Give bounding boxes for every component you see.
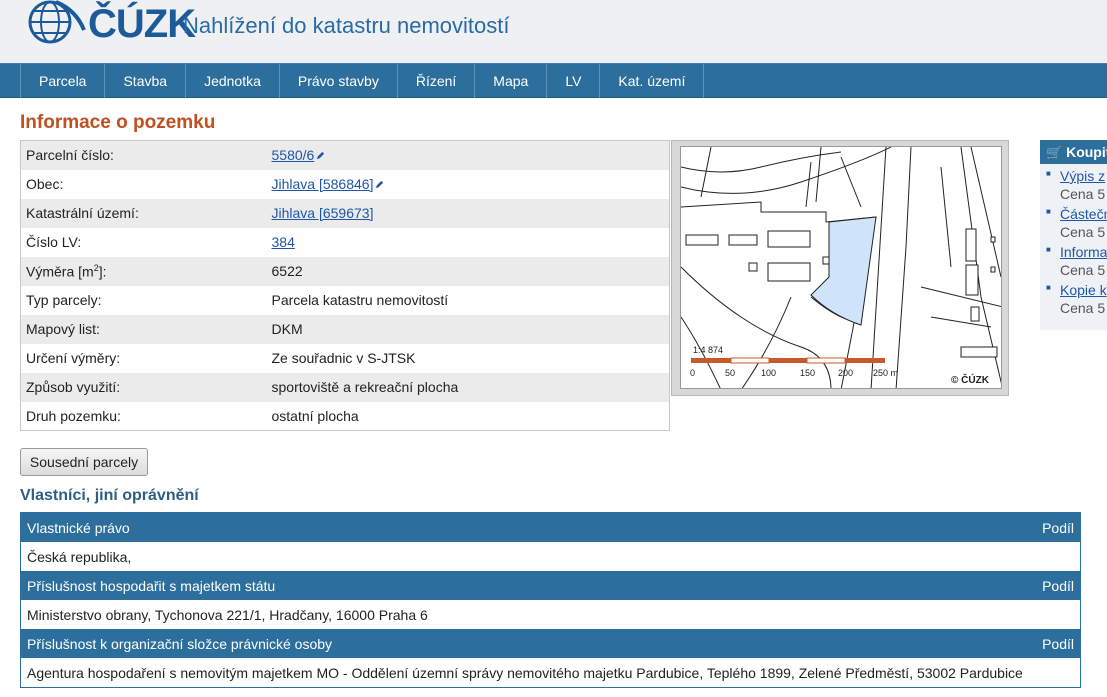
buy-item-price: Cena 5 [1060, 224, 1106, 240]
parcel-number-cell: 5580/6 [266, 140, 670, 170]
lv-link[interactable]: 384 [272, 234, 295, 250]
parcel-info-table: Parcelní číslo: 5580/6 Obec: Jihlava [58… [20, 140, 670, 431]
buy-panel-title: Koupit [1066, 144, 1107, 160]
row-typ-parcely: Typ parcely: Parcela katastru nemovitost… [21, 286, 670, 315]
highlighted-parcel [810, 216, 877, 326]
buy-panel-header: 🛒 Koupit [1040, 140, 1107, 164]
globe-icon [28, 0, 86, 44]
section-title: Vlastnické právo [27, 519, 130, 536]
zpusob-value: sportoviště a rekreační plocha [266, 372, 670, 402]
row-katastralni-uzemi: Katastrální území: Jihlava [659673] [20, 198, 670, 228]
owner-row: Agentura hospodaření s nemovitým majetke… [21, 658, 1080, 687]
parcel-number-label: Parcelní číslo: [20, 140, 267, 170]
site-header: ČÚZK Nahlížení do katastru nemovitostí [0, 0, 1107, 63]
buy-item-price: Cena 5 [1060, 186, 1106, 202]
zpusob-label: Způsob využití: [20, 372, 267, 402]
ku-label: Katastrální území: [20, 198, 267, 228]
logo-text: ČÚZK [88, 2, 196, 46]
scale-tick: 50 [725, 368, 735, 378]
share-label: Podíl [1042, 635, 1074, 652]
row-zpusob-vyuziti: Způsob využití: sportoviště a rekreační … [20, 372, 670, 402]
scale-tick: 200 [838, 368, 853, 378]
main-nav: Parcela Stavba Jednotka Právo stavby Říz… [0, 63, 1107, 98]
buy-item: Informa Cena 5 [1040, 244, 1107, 278]
row-mapovy-list: Mapový list: DKM [20, 314, 670, 344]
obec-cell: Jihlava [586846] [267, 170, 670, 199]
owner-row: Ministerstvo obrany, Tychonova 221/1, Hr… [21, 600, 1080, 629]
scale-bar [691, 357, 885, 364]
nav-jednotka[interactable]: Jednotka [185, 64, 279, 98]
scale-tick: 0 [690, 368, 695, 378]
buy-item: Částečn Cena 5 [1040, 206, 1107, 240]
map-preview[interactable]: 1:4 874 0 50 100 150 200 250 m © ČÚZK [671, 140, 1009, 396]
nav-pravo-stavby[interactable]: Právo stavby [278, 64, 397, 98]
urceni-label: Určení výměry: [26, 350, 121, 366]
share-label: Podíl [1042, 577, 1074, 594]
mapovy-value: DKM [266, 314, 670, 344]
buy-item-price: Cena 5 [1060, 300, 1106, 316]
nav-parcela[interactable]: Parcela [20, 64, 104, 98]
cuzk-logo[interactable]: ČÚZK [26, 0, 196, 48]
nav-kat-uzemi[interactable]: Kat. území [599, 64, 705, 98]
buy-item-link[interactable]: Informa [1060, 244, 1107, 260]
buy-item: Kopie k Cena 5 [1040, 282, 1107, 316]
owner-row: Česká republika, [21, 542, 1080, 571]
nav-lv[interactable]: LV [546, 64, 599, 98]
map-canvas[interactable]: 1:4 874 0 50 100 150 200 250 m © ČÚZK [680, 146, 1002, 389]
share-label: Podíl [1042, 519, 1074, 536]
vymera-value: 6522 [266, 256, 670, 286]
owners-section-header: Vlastnické právo Podíl [21, 513, 1080, 542]
buy-item: Výpis z Cena 5 [1040, 168, 1107, 202]
owners-section-header: Příslušnost k organizační složce právnic… [21, 629, 1080, 658]
mapovy-label: Mapový list: [20, 314, 267, 344]
owners-title: Vlastníci, jiní oprávnění [20, 487, 199, 504]
nav-mapa[interactable]: Mapa [474, 64, 546, 98]
pencil-icon[interactable] [316, 151, 325, 160]
row-obec: Obec: Jihlava [586846] [21, 170, 670, 199]
obec-link[interactable]: Jihlava [586846] [272, 176, 374, 192]
nav-stavba[interactable]: Stavba [104, 64, 185, 98]
section-title: Příslušnost hospodařit s majetkem státu [27, 577, 276, 594]
nav-rizeni[interactable]: Řízení [396, 64, 474, 98]
scale-tick: 150 [800, 368, 815, 378]
ku-link[interactable]: Jihlava [659673] [272, 205, 374, 221]
owners-table: Vlastnické právo Podíl Česká republika, … [20, 512, 1081, 688]
row-urceni-vymery: Určení výměry: Ze souřadnic v S-JTSK [21, 344, 670, 373]
pencil-icon[interactable] [375, 180, 384, 189]
scale-tick: 100 [761, 368, 776, 378]
lv-label: Číslo LV: [26, 234, 82, 250]
druh-label: Druh pozemku: [26, 407, 121, 424]
buy-item-link[interactable]: Kopie k [1060, 282, 1107, 298]
row-parcel-number: Parcelní číslo: 5580/6 [20, 140, 670, 170]
buy-item-link[interactable]: Částečn [1060, 206, 1107, 222]
neighbor-parcels-button[interactable]: Sousední parcely [20, 448, 148, 476]
druh-value: ostatní plocha [271, 407, 359, 424]
row-vymera: Výměra [m2]: 6522 [20, 256, 670, 286]
row-cislo-lv: Číslo LV: 384 [21, 228, 670, 257]
buy-panel: 🛒 Koupit Výpis z Cena 5 Částečn Cena 5 I… [1040, 140, 1107, 330]
page-title: Informace o pozemku [20, 112, 216, 133]
buy-item-link[interactable]: Výpis z [1060, 168, 1105, 184]
urceni-value: Ze souřadnic v S-JTSK [271, 350, 416, 366]
scale-tick: 250 m [873, 368, 898, 378]
ku-cell: Jihlava [659673] [266, 198, 670, 228]
obec-label: Obec: [26, 176, 64, 192]
typ-value: Parcela katastru nemovitostí [271, 292, 449, 308]
cart-icon: 🛒 [1046, 145, 1063, 160]
section-title: Příslušnost k organizační složce právnic… [27, 635, 333, 652]
buy-item-price: Cena 5 [1060, 262, 1106, 278]
row-druh-pozemku: Druh pozemku: ostatní plocha [21, 402, 670, 431]
site-title: Nahlížení do katastru nemovitostí [183, 13, 510, 38]
parcel-number-link[interactable]: 5580/6 [272, 147, 315, 163]
cadastral-map: 1:4 874 0 50 100 150 200 250 m © ČÚZK [681, 147, 1001, 388]
vymera-label: Výměra [m2]: [20, 256, 267, 286]
map-scale-label: 1:4 874 [693, 345, 723, 355]
map-copyright: © ČÚZK [951, 373, 990, 386]
owners-section-header: Příslušnost hospodařit s majetkem státu … [21, 571, 1080, 600]
lv-cell: 384 [267, 228, 670, 257]
typ-label: Typ parcely: [26, 292, 102, 308]
